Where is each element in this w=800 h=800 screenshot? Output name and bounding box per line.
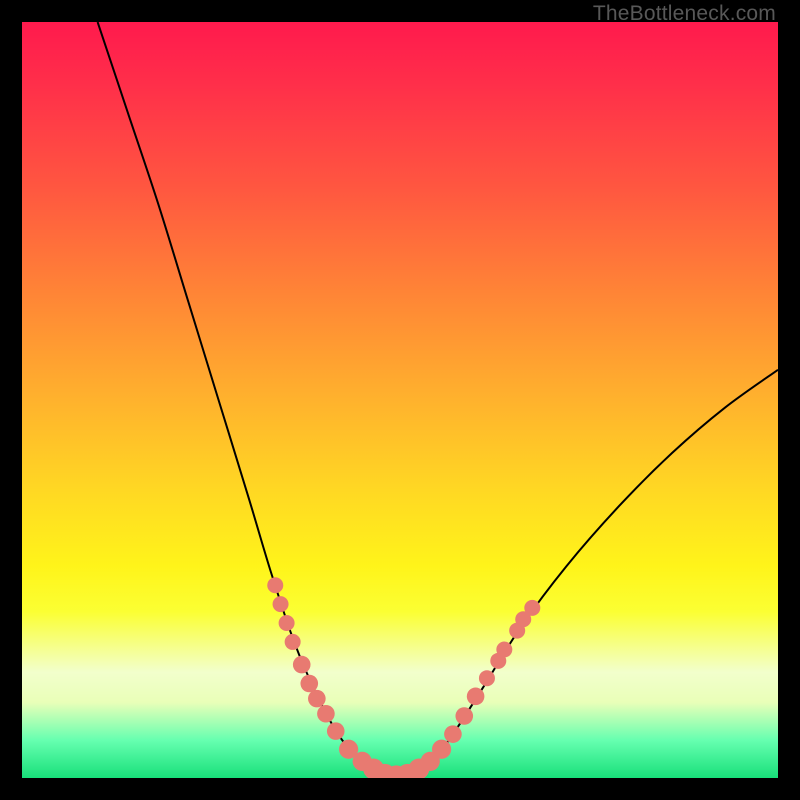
highlight-dot [467,688,485,706]
highlight-dot [267,577,283,593]
chart-frame: TheBottleneck.com [0,0,800,800]
highlight-dot [455,707,473,725]
highlight-dot [496,641,512,657]
highlight-dot [524,600,540,616]
highlight-dot [308,690,326,708]
chart-svg [22,22,778,778]
bottleneck-curve [98,22,778,775]
plot-area [22,22,778,778]
highlight-dot [317,705,335,723]
highlight-dot [293,656,311,674]
highlight-dot [479,670,495,686]
highlight-dot [279,615,295,631]
highlight-dots-group [267,577,540,778]
highlight-dot [300,675,318,693]
highlight-dot [273,596,289,612]
highlight-dot [432,740,451,759]
highlight-dot [285,634,301,650]
highlight-dot [444,725,462,743]
highlight-dot [327,722,345,740]
